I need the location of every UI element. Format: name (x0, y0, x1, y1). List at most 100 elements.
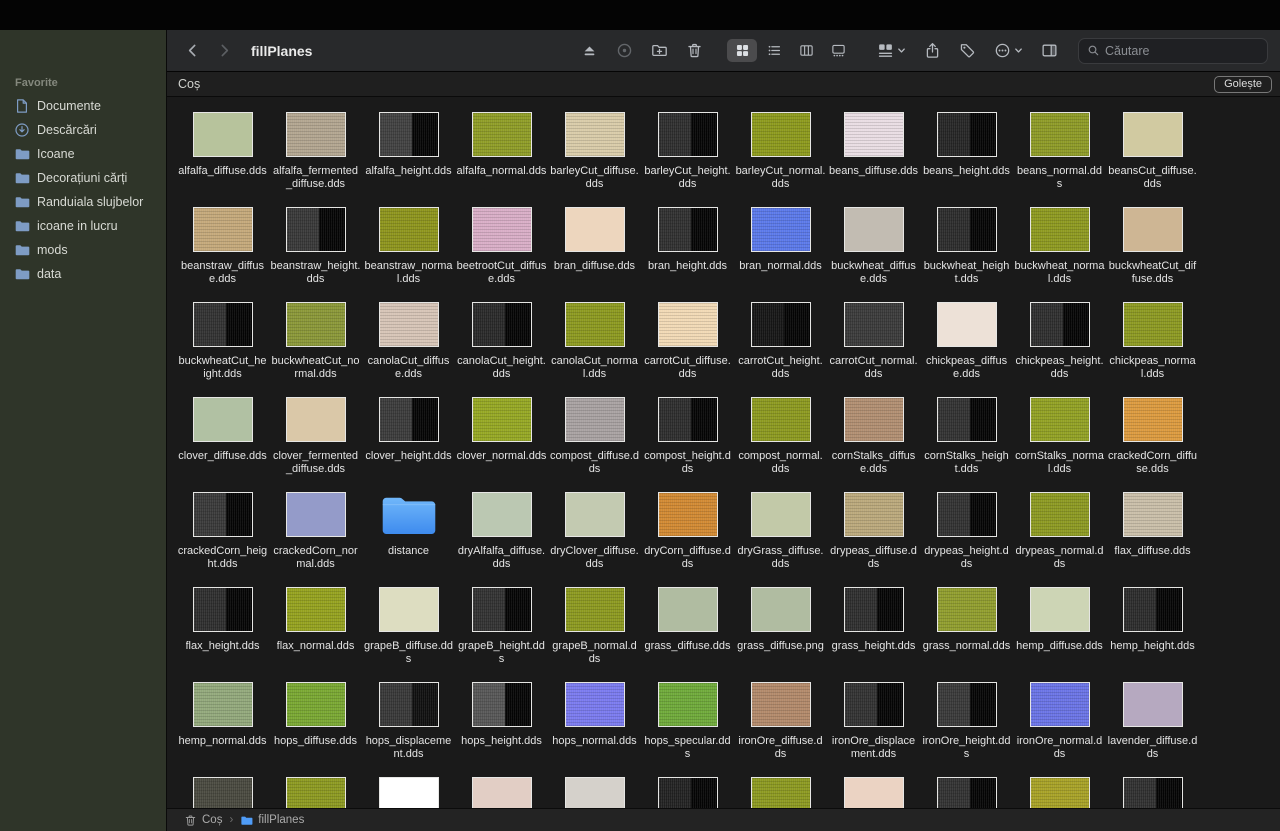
file-item[interactable]: beans_normal.dds (1013, 112, 1106, 207)
view-grid-button[interactable] (727, 39, 757, 62)
file-item[interactable] (1106, 777, 1199, 808)
file-item[interactable]: hemp_normal.dds (176, 682, 269, 777)
sidebar-item-icoane-in-lucru[interactable]: icoane in lucru (6, 214, 160, 238)
file-item[interactable]: compost_diffuse.dds (548, 397, 641, 492)
file-item[interactable]: drypeas_diffuse.dds (827, 492, 920, 587)
forward-button[interactable] (213, 39, 235, 63)
file-item[interactable]: chickpeas_diffuse.dds (920, 302, 1013, 397)
file-item[interactable]: barleyCut_height.dds (641, 112, 734, 207)
file-item[interactable] (362, 777, 455, 808)
file-item[interactable]: clover_fermented_diffuse.dds (269, 397, 362, 492)
tag-button[interactable] (959, 42, 976, 59)
empty-trash-button[interactable]: Golește (1214, 76, 1272, 93)
file-item[interactable]: hops_height.dds (455, 682, 548, 777)
file-item[interactable]: grass_normal.dds (920, 587, 1013, 682)
file-item[interactable] (920, 777, 1013, 808)
file-item[interactable]: crackedCorn_height.dds (176, 492, 269, 587)
more-button[interactable] (994, 42, 1023, 59)
file-item[interactable]: hops_specular.dds (641, 682, 734, 777)
file-item[interactable] (269, 777, 362, 808)
sidebar-item-randuiala-slujbelor[interactable]: Randuiala slujbelor (6, 190, 160, 214)
file-item[interactable]: canolaCut_height.dds (455, 302, 548, 397)
sidebar-item-decora-iuni-c-r-i[interactable]: Decorațiuni cărți (6, 166, 160, 190)
file-item[interactable]: hemp_diffuse.dds (1013, 587, 1106, 682)
file-item[interactable]: crackedCorn_diffuse.dds (1106, 397, 1199, 492)
file-item[interactable] (641, 777, 734, 808)
file-item[interactable]: grass_height.dds (827, 587, 920, 682)
file-item[interactable]: buckwheat_height.dds (920, 207, 1013, 302)
file-item[interactable]: buckwheatCut_diffuse.dds (1106, 207, 1199, 302)
new-folder-button[interactable] (651, 42, 668, 59)
file-item[interactable]: hops_normal.dds (548, 682, 641, 777)
file-item[interactable]: carrotCut_diffuse.dds (641, 302, 734, 397)
file-item[interactable]: beanstraw_height.dds (269, 207, 362, 302)
file-item[interactable]: barleyCut_normal.dds (734, 112, 827, 207)
file-item[interactable] (176, 777, 269, 808)
file-item[interactable]: bran_normal.dds (734, 207, 827, 302)
file-item[interactable]: grass_diffuse.dds (641, 587, 734, 682)
file-item[interactable]: dryClover_diffuse.dds (548, 492, 641, 587)
file-item[interactable]: cornStalks_height.dds (920, 397, 1013, 492)
sidebar-item-documente[interactable]: Documente (6, 94, 160, 118)
file-item[interactable]: lavender_diffuse.dds (1106, 682, 1199, 777)
file-item[interactable]: alfalfa_fermented_diffuse.dds (269, 112, 362, 207)
file-item[interactable]: dryAlfalfa_diffuse.dds (455, 492, 548, 587)
file-item[interactable] (548, 777, 641, 808)
file-item[interactable]: buckwheat_normal.dds (1013, 207, 1106, 302)
file-item[interactable]: ironOre_diffuse.dds (734, 682, 827, 777)
trash-button[interactable] (686, 42, 703, 59)
file-item[interactable]: hops_diffuse.dds (269, 682, 362, 777)
file-item[interactable]: cornStalks_diffuse.dds (827, 397, 920, 492)
view-columns-button[interactable] (791, 39, 821, 62)
file-item[interactable]: beansCut_diffuse.dds (1106, 112, 1199, 207)
back-button[interactable] (181, 39, 203, 63)
file-item[interactable]: flax_normal.dds (269, 587, 362, 682)
share-button[interactable] (924, 42, 941, 59)
file-item[interactable]: ironOre_normal.dds (1013, 682, 1106, 777)
file-item[interactable]: clover_height.dds (362, 397, 455, 492)
file-item[interactable]: flax_diffuse.dds (1106, 492, 1199, 587)
file-item[interactable]: carrotCut_normal.dds (827, 302, 920, 397)
file-item[interactable]: buckwheatCut_height.dds (176, 302, 269, 397)
path-item-fillplanes[interactable]: fillPlanes (240, 814, 304, 827)
file-item[interactable]: beans_diffuse.dds (827, 112, 920, 207)
file-item[interactable]: grapeB_diffuse.dds (362, 587, 455, 682)
file-item[interactable]: alfalfa_height.dds (362, 112, 455, 207)
file-item[interactable]: carrotCut_height.dds (734, 302, 827, 397)
file-item[interactable]: dryGrass_diffuse.dds (734, 492, 827, 587)
file-item[interactable]: grapeB_height.dds (455, 587, 548, 682)
file-item[interactable]: clover_normal.dds (455, 397, 548, 492)
file-item[interactable]: beetrootCut_diffuse.dds (455, 207, 548, 302)
view-list-button[interactable] (759, 39, 789, 62)
file-item[interactable]: buckwheatCut_normal.dds (269, 302, 362, 397)
file-item[interactable]: hemp_height.dds (1106, 587, 1199, 682)
file-item[interactable]: flax_height.dds (176, 587, 269, 682)
sidebar-item-data[interactable]: data (6, 262, 160, 286)
file-item[interactable]: canolaCut_normal.dds (548, 302, 641, 397)
sidebar-item-mods[interactable]: mods (6, 238, 160, 262)
file-item[interactable]: alfalfa_normal.dds (455, 112, 548, 207)
file-item[interactable]: clover_diffuse.dds (176, 397, 269, 492)
sidebar-item-desc-rc-ri[interactable]: Descărcări (6, 118, 160, 142)
file-item[interactable]: hops_displacement.dds (362, 682, 455, 777)
file-item[interactable]: beanstraw_diffuse.dds (176, 207, 269, 302)
file-item[interactable]: cornStalks_normal.dds (1013, 397, 1106, 492)
file-item[interactable] (1013, 777, 1106, 808)
preview-pane-button[interactable] (1041, 42, 1058, 59)
file-item[interactable]: chickpeas_height.dds (1013, 302, 1106, 397)
folder-item[interactable]: distance (362, 492, 455, 587)
file-item[interactable]: compost_normal.dds (734, 397, 827, 492)
group-by-button[interactable] (877, 42, 906, 59)
file-item[interactable]: chickpeas_normal.dds (1106, 302, 1199, 397)
file-item[interactable]: crackedCorn_normal.dds (269, 492, 362, 587)
file-item[interactable]: alfalfa_diffuse.dds (176, 112, 269, 207)
file-item[interactable] (734, 777, 827, 808)
file-item[interactable]: canolaCut_diffuse.dds (362, 302, 455, 397)
file-item[interactable]: grass_diffuse.png (734, 587, 827, 682)
file-item[interactable]: barleyCut_diffuse.dds (548, 112, 641, 207)
view-gallery-button[interactable] (823, 39, 853, 62)
file-item[interactable]: buckwheat_diffuse.dds (827, 207, 920, 302)
file-item[interactable]: compost_height.dds (641, 397, 734, 492)
search-input[interactable] (1105, 44, 1259, 58)
file-item[interactable]: ironOre_displacement.dds (827, 682, 920, 777)
